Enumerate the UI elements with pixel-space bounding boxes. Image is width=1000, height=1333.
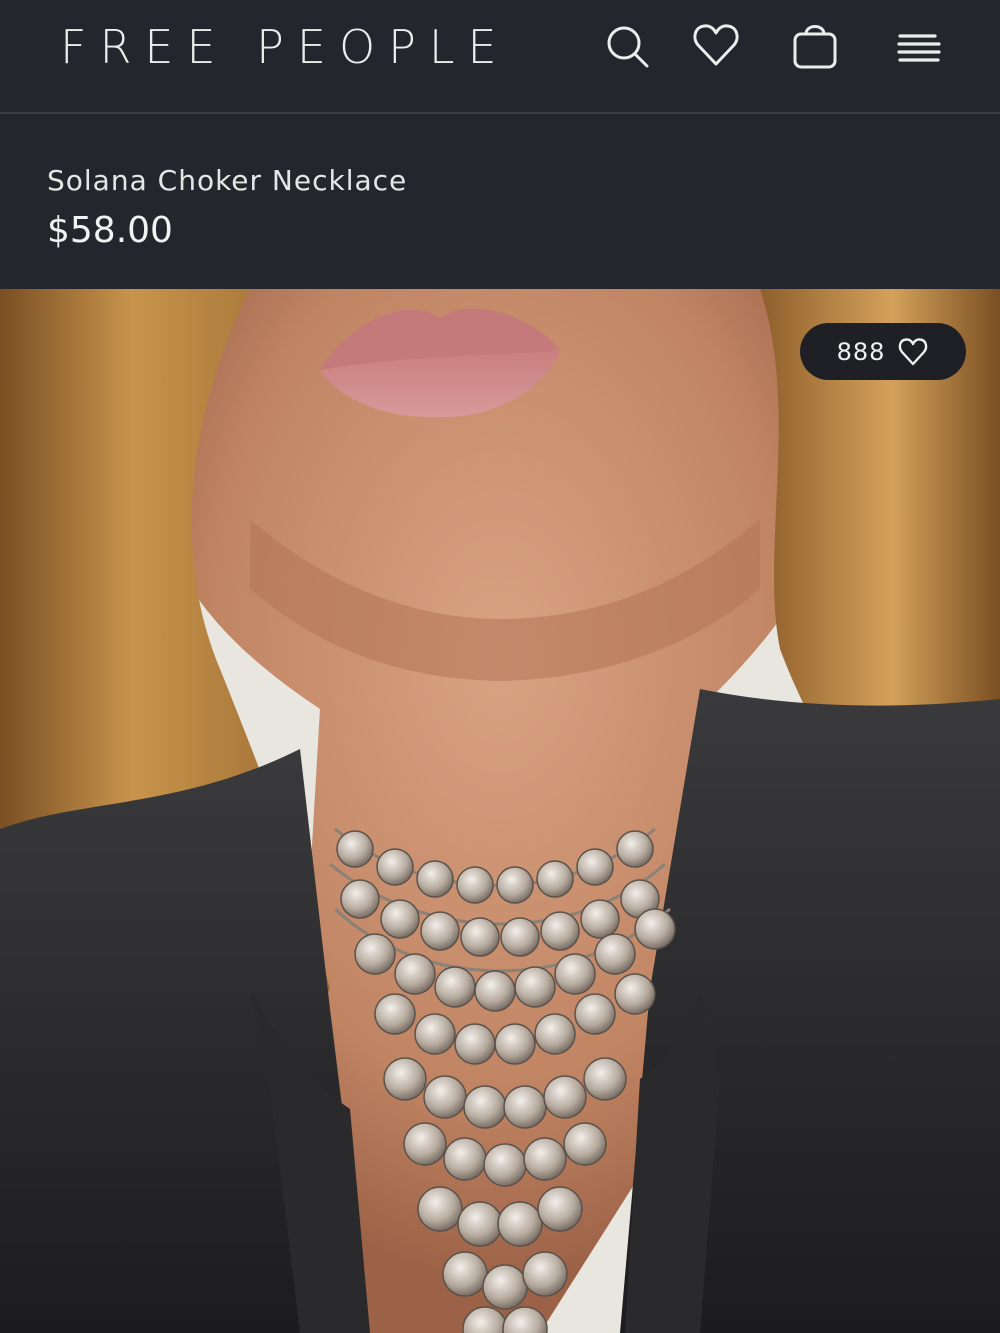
heart-icon [690, 20, 742, 72]
bag-button[interactable] [789, 20, 841, 72]
favorites-button[interactable] [690, 20, 742, 72]
product-title: Solana Choker Necklace [47, 164, 408, 197]
like-count: 888 [836, 337, 886, 366]
brand-logo[interactable]: FREE PEOPLE [60, 20, 510, 74]
like-button[interactable]: 888 [800, 323, 966, 380]
heart-outline-icon [897, 336, 929, 368]
search-icon [601, 20, 653, 72]
product-image[interactable] [0, 289, 1000, 1333]
search-button[interactable] [601, 20, 653, 72]
shopping-bag-icon [789, 20, 841, 72]
site-header: FREE PEOPLE [0, 0, 1000, 114]
menu-button[interactable] [893, 20, 945, 72]
product-price: $58.00 [47, 210, 173, 251]
hamburger-menu-icon [893, 20, 945, 72]
product-summary: Solana Choker Necklace $58.00 [0, 116, 1000, 289]
